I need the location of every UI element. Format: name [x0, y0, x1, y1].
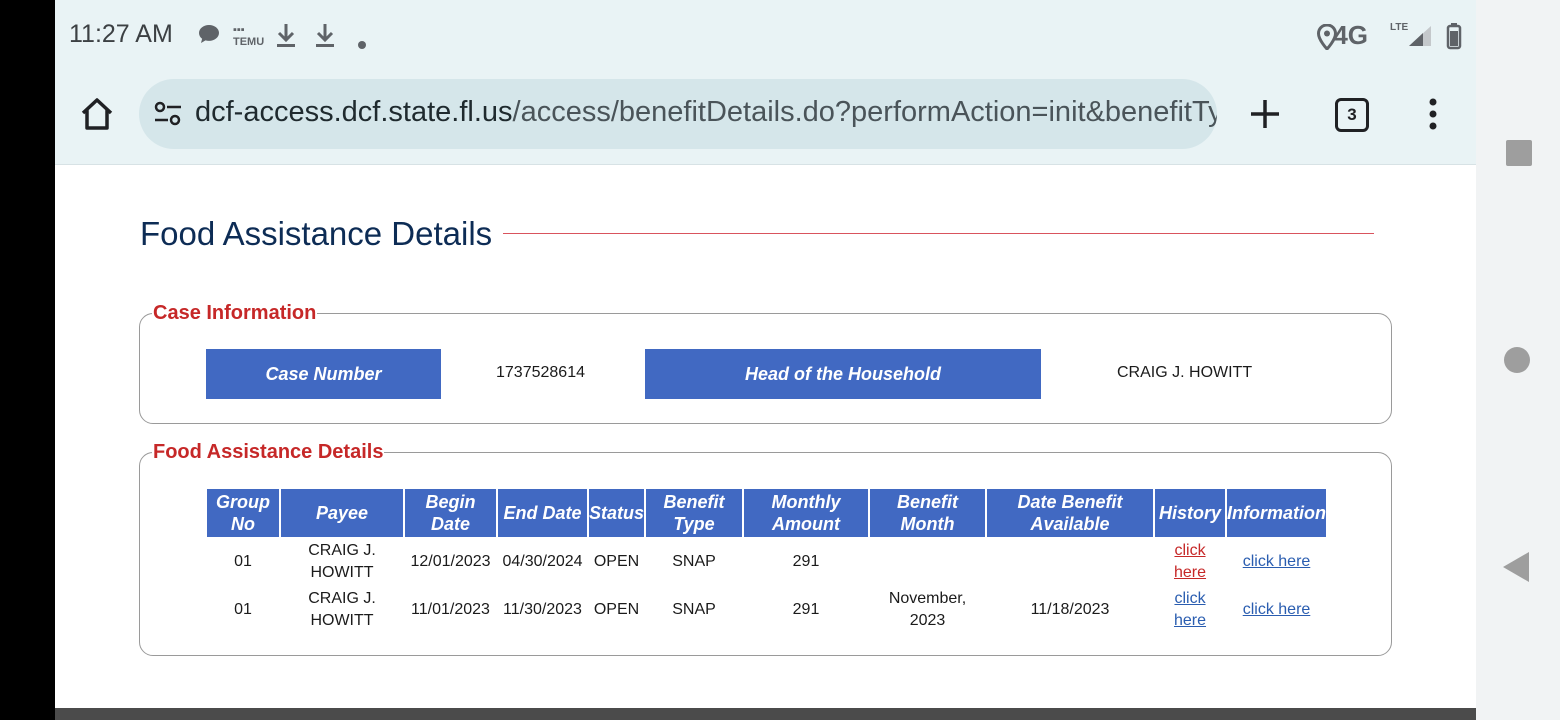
col-information: Information — [1227, 489, 1327, 537]
cell-group-no: 01 — [234, 553, 252, 570]
table-row: 01 CRAIG J. HOWITT 12/01/2023 04/30/2024… — [207, 539, 1326, 585]
network-type: 4G — [1333, 20, 1368, 50]
cell-begin-date: 12/01/2023 — [410, 553, 491, 570]
new-tab-button[interactable] — [1245, 94, 1285, 134]
col-end-date: End Date — [498, 489, 587, 537]
lte-label: LTE — [1390, 22, 1409, 33]
download-icon — [314, 22, 336, 54]
cell-end-date: 04/30/2024 — [502, 553, 583, 570]
table-row: 01 CRAIG J. HOWITT 11/01/2023 11/30/2023… — [207, 587, 1326, 633]
information-link[interactable]: click here — [1243, 601, 1311, 618]
cell-benefit-type: SNAP — [672, 553, 716, 570]
information-link[interactable]: click here — [1243, 553, 1311, 570]
col-benefit-month: Benefit Month — [870, 489, 986, 537]
food-assistance-table: Group No Payee Begin Date End Date Statu… — [205, 487, 1328, 635]
table-header-row: Group No Payee Begin Date End Date Statu… — [207, 489, 1327, 537]
chat-bubble-icon — [197, 22, 221, 52]
signal-icon — [1407, 24, 1433, 54]
more-menu-button[interactable] — [1423, 94, 1443, 134]
cell-benefit-month: November, 2023 — [888, 590, 967, 629]
cell-monthly-amount: 291 — [792, 601, 820, 618]
url-host: dcf-access.dcf.state.fl.us — [195, 96, 513, 128]
cell-begin-date: 11/01/2023 — [411, 601, 490, 618]
status-bar: 11:27 AM ▪▪▪ TEMU 4G LTE — [55, 0, 1476, 72]
url-path: /access/benefitDetails.do?performAction=… — [512, 96, 1217, 128]
cell-payee: CRAIG J. HOWITT — [308, 590, 376, 629]
temu-app-icon: ▪▪▪ TEMU — [233, 24, 265, 48]
battery-icon — [1446, 22, 1462, 56]
dot-icon — [357, 30, 367, 56]
browser-toolbar: dcf-access.dcf.state.fl.us/access/benefi… — [55, 72, 1476, 165]
cell-date-available: 11/18/2023 — [1030, 601, 1110, 618]
cell-history: click here — [1155, 587, 1225, 633]
cell-information: click here — [1227, 539, 1326, 585]
recents-button[interactable] — [1506, 140, 1532, 166]
col-monthly-amount: Monthly Amount — [744, 489, 869, 537]
url-bar[interactable]: dcf-access.dcf.state.fl.us/access/benefi… — [139, 79, 1217, 149]
home-button[interactable] — [77, 94, 117, 134]
cell-monthly-amount: 291 — [792, 553, 820, 570]
cell-status: OPEN — [593, 553, 640, 570]
page-footer-bar — [55, 708, 1476, 720]
case-number-value: 1737528614 — [496, 364, 585, 381]
food-assistance-legend: Food Assistance Details — [153, 441, 384, 463]
col-history: History — [1155, 489, 1226, 537]
left-black-bar — [0, 0, 55, 720]
cell-status: OPEN — [593, 601, 640, 618]
back-button[interactable] — [1503, 552, 1529, 582]
col-status: Status — [589, 489, 645, 537]
cell-date-available — [987, 539, 1153, 585]
url-text[interactable]: dcf-access.dcf.state.fl.us/access/benefi… — [195, 96, 1217, 129]
history-link[interactable]: click here — [1170, 540, 1210, 584]
download-icon — [275, 22, 297, 54]
cell-information: click here — [1227, 587, 1326, 633]
col-date-benefit-available: Date Benefit Available — [987, 489, 1154, 537]
col-group-no: Group No — [207, 489, 279, 537]
title-divider — [503, 233, 1374, 234]
history-link[interactable]: click here — [1170, 588, 1210, 632]
kebab-menu-icon — [1429, 98, 1437, 130]
cell-group-no: 01 — [234, 601, 252, 618]
col-begin-date: Begin Date — [405, 489, 496, 537]
home-icon — [81, 98, 113, 130]
site-settings-icon[interactable] — [153, 101, 183, 127]
cell-benefit-type: SNAP — [672, 601, 716, 618]
status-time: 11:27 AM — [69, 20, 173, 48]
col-benefit-type: Benefit Type — [646, 489, 743, 537]
cell-end-date: 11/30/2023 — [503, 601, 582, 618]
page-title: Food Assistance Details — [140, 215, 493, 252]
case-number-label: Case Number — [206, 349, 441, 399]
head-of-household-label: Head of the Household — [645, 349, 1041, 399]
home-nav-button[interactable] — [1504, 347, 1530, 373]
phone-screen: 11:27 AM ▪▪▪ TEMU 4G LTE dcf-access.dcf.… — [55, 0, 1476, 720]
col-payee: Payee — [281, 489, 403, 537]
cell-benefit-month — [870, 539, 985, 585]
head-of-household-value: CRAIG J. HOWITT — [1117, 364, 1253, 381]
case-information-legend: Case Information — [153, 302, 317, 324]
cell-history: click here — [1155, 539, 1225, 585]
cell-payee: CRAIG J. HOWITT — [308, 542, 376, 581]
plus-icon — [1251, 100, 1279, 128]
tab-switcher-button[interactable]: 3 — [1335, 98, 1369, 132]
page-content: Food Assistance Details Case Information… — [55, 165, 1476, 708]
